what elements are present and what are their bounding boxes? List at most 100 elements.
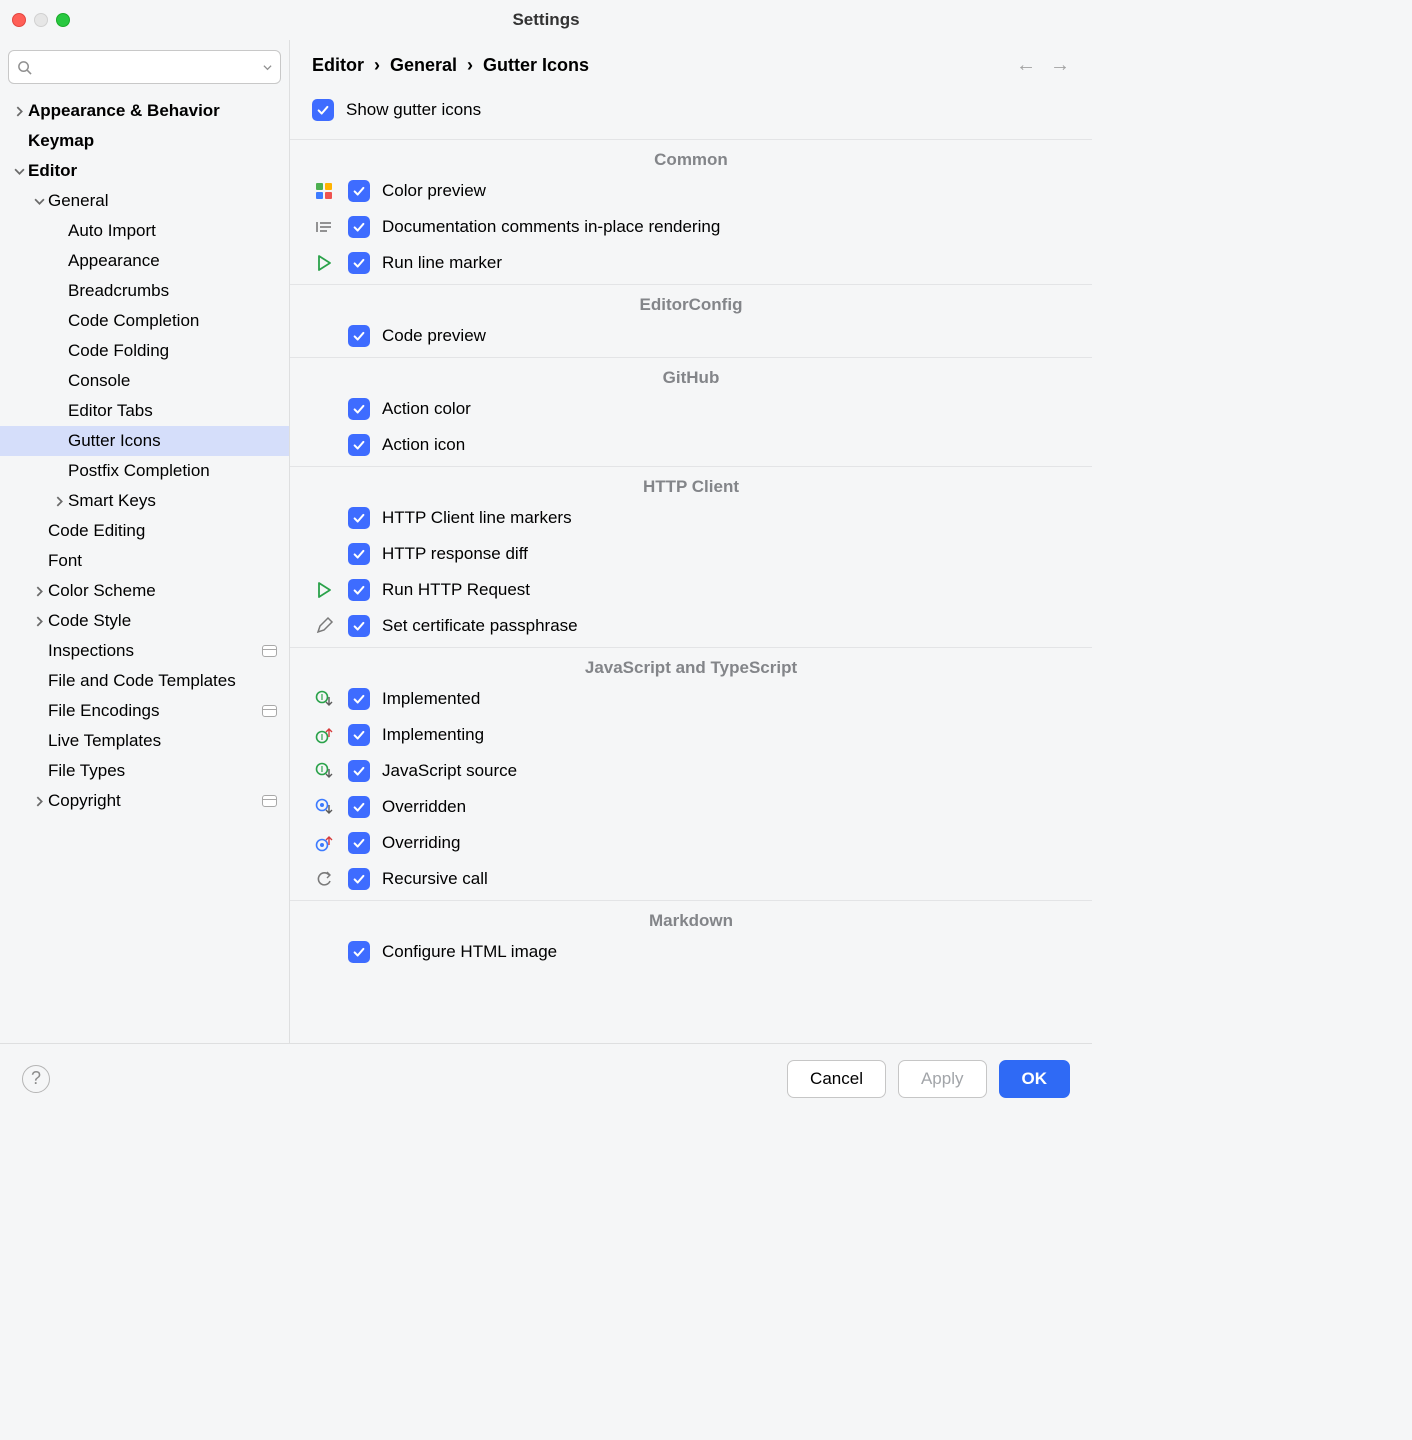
checkbox[interactable] bbox=[348, 688, 370, 710]
option-label: HTTP Client line markers bbox=[382, 508, 572, 528]
sidebar-item-label: Console bbox=[68, 371, 130, 391]
search-dropdown-icon[interactable] bbox=[263, 63, 272, 72]
nav-forward-icon[interactable]: → bbox=[1050, 54, 1070, 77]
sidebar-item-code-style[interactable]: Code Style bbox=[0, 606, 289, 636]
sidebar-item-code-completion[interactable]: Code Completion bbox=[0, 306, 289, 336]
option-label: Documentation comments in-place renderin… bbox=[382, 217, 720, 237]
sidebar-item-code-folding[interactable]: Code Folding bbox=[0, 336, 289, 366]
checkbox[interactable] bbox=[348, 579, 370, 601]
checkbox[interactable] bbox=[348, 724, 370, 746]
sidebar-item-console[interactable]: Console bbox=[0, 366, 289, 396]
checkbox[interactable] bbox=[312, 99, 334, 121]
search-input[interactable] bbox=[36, 59, 259, 76]
sidebar-item-label: Appearance bbox=[68, 251, 160, 271]
sidebar-item-label: Editor bbox=[28, 161, 77, 181]
option-label: Overriding bbox=[382, 833, 460, 853]
option-row: Run line marker bbox=[312, 248, 1070, 278]
sidebar-item-gutter-icons[interactable]: Gutter Icons bbox=[0, 426, 289, 456]
sidebar-item-copyright[interactable]: Copyright bbox=[0, 786, 289, 816]
sidebar-item-label: Auto Import bbox=[68, 221, 156, 241]
checkbox[interactable] bbox=[348, 760, 370, 782]
chevron-right-icon[interactable] bbox=[10, 106, 28, 117]
sidebar-item-label: General bbox=[48, 191, 108, 211]
sidebar-item-label: Code Folding bbox=[68, 341, 169, 361]
sidebar-item-auto-import[interactable]: Auto Import bbox=[0, 216, 289, 246]
sidebar-item-general[interactable]: General bbox=[0, 186, 289, 216]
chevron-right-icon: › bbox=[467, 55, 473, 76]
scope-badge-icon bbox=[262, 795, 277, 807]
chevron-right-icon[interactable] bbox=[30, 586, 48, 597]
sidebar-item-label: Font bbox=[48, 551, 82, 571]
sidebar-item-live-templates[interactable]: Live Templates bbox=[0, 726, 289, 756]
option-label: Run HTTP Request bbox=[382, 580, 530, 600]
over-down-icon bbox=[312, 797, 336, 817]
option-row: Set certificate passphrase bbox=[312, 611, 1070, 641]
section-http-client: HTTP ClientHTTP Client line markersHTTP … bbox=[290, 466, 1092, 647]
option-row: Action color bbox=[312, 394, 1070, 424]
sidebar-item-label: Inspections bbox=[48, 641, 134, 661]
chevron-right-icon[interactable] bbox=[30, 796, 48, 807]
svg-text:I: I bbox=[321, 693, 323, 702]
sidebar-item-label: Live Templates bbox=[48, 731, 161, 751]
section-header: HTTP Client bbox=[312, 477, 1070, 497]
option-row: Action icon bbox=[312, 430, 1070, 460]
option-label: Code preview bbox=[382, 326, 486, 346]
sidebar-item-appearance-behavior[interactable]: Appearance & Behavior bbox=[0, 96, 289, 126]
option-label: Color preview bbox=[382, 181, 486, 201]
section-javascript-and-typescript: JavaScript and TypeScriptIImplementedIIm… bbox=[290, 647, 1092, 900]
checkbox[interactable] bbox=[348, 325, 370, 347]
checkbox[interactable] bbox=[348, 796, 370, 818]
over-up-icon bbox=[312, 833, 336, 853]
option-label: Overridden bbox=[382, 797, 466, 817]
ok-button[interactable]: OK bbox=[999, 1060, 1071, 1098]
checkbox[interactable] bbox=[348, 507, 370, 529]
nav-back-icon[interactable]: ← bbox=[1016, 54, 1036, 77]
chevron-right-icon[interactable] bbox=[50, 496, 68, 507]
sidebar-item-breadcrumbs[interactable]: Breadcrumbs bbox=[0, 276, 289, 306]
sidebar-item-postfix-completion[interactable]: Postfix Completion bbox=[0, 456, 289, 486]
option-label: Run line marker bbox=[382, 253, 502, 273]
breadcrumb-item: Editor bbox=[312, 55, 364, 76]
sidebar-item-label: Code Style bbox=[48, 611, 131, 631]
sidebar-item-appearance[interactable]: Appearance bbox=[0, 246, 289, 276]
checkbox[interactable] bbox=[348, 216, 370, 238]
section-github: GitHubAction colorAction icon bbox=[290, 357, 1092, 466]
breadcrumb-item: General bbox=[390, 55, 457, 76]
sidebar-item-file-encodings[interactable]: File Encodings bbox=[0, 696, 289, 726]
doc-lines-icon bbox=[312, 217, 336, 237]
sidebar-item-editor[interactable]: Editor bbox=[0, 156, 289, 186]
search-box[interactable] bbox=[8, 50, 281, 84]
checkbox[interactable] bbox=[348, 252, 370, 274]
sidebar-item-font[interactable]: Font bbox=[0, 546, 289, 576]
checkbox[interactable] bbox=[348, 398, 370, 420]
chevron-right-icon[interactable] bbox=[30, 616, 48, 627]
apply-button[interactable]: Apply bbox=[898, 1060, 987, 1098]
option-label: Implemented bbox=[382, 689, 480, 709]
sidebar-item-label: File Encodings bbox=[48, 701, 160, 721]
option-label: Recursive call bbox=[382, 869, 488, 889]
checkbox[interactable] bbox=[348, 868, 370, 890]
sidebar-item-inspections[interactable]: Inspections bbox=[0, 636, 289, 666]
sidebar-item-smart-keys[interactable]: Smart Keys bbox=[0, 486, 289, 516]
checkbox[interactable] bbox=[348, 543, 370, 565]
show-gutter-icons-row: Show gutter icons bbox=[290, 85, 1092, 139]
footer: ? Cancel Apply OK bbox=[0, 1043, 1092, 1113]
recursive-icon bbox=[312, 869, 336, 889]
checkbox[interactable] bbox=[348, 434, 370, 456]
section-markdown: MarkdownConfigure HTML image bbox=[290, 900, 1092, 973]
help-button[interactable]: ? bbox=[22, 1065, 50, 1093]
checkbox[interactable] bbox=[348, 180, 370, 202]
sidebar-item-file-and-code-templates[interactable]: File and Code Templates bbox=[0, 666, 289, 696]
sidebar-item-label: Copyright bbox=[48, 791, 121, 811]
sidebar-item-editor-tabs[interactable]: Editor Tabs bbox=[0, 396, 289, 426]
cancel-button[interactable]: Cancel bbox=[787, 1060, 886, 1098]
sidebar-item-color-scheme[interactable]: Color Scheme bbox=[0, 576, 289, 606]
sidebar-item-file-types[interactable]: File Types bbox=[0, 756, 289, 786]
checkbox[interactable] bbox=[348, 615, 370, 637]
sidebar-item-keymap[interactable]: Keymap bbox=[0, 126, 289, 156]
checkbox[interactable] bbox=[348, 832, 370, 854]
checkbox[interactable] bbox=[348, 941, 370, 963]
chevron-down-icon[interactable] bbox=[10, 166, 28, 177]
chevron-down-icon[interactable] bbox=[30, 196, 48, 207]
sidebar-item-code-editing[interactable]: Code Editing bbox=[0, 516, 289, 546]
